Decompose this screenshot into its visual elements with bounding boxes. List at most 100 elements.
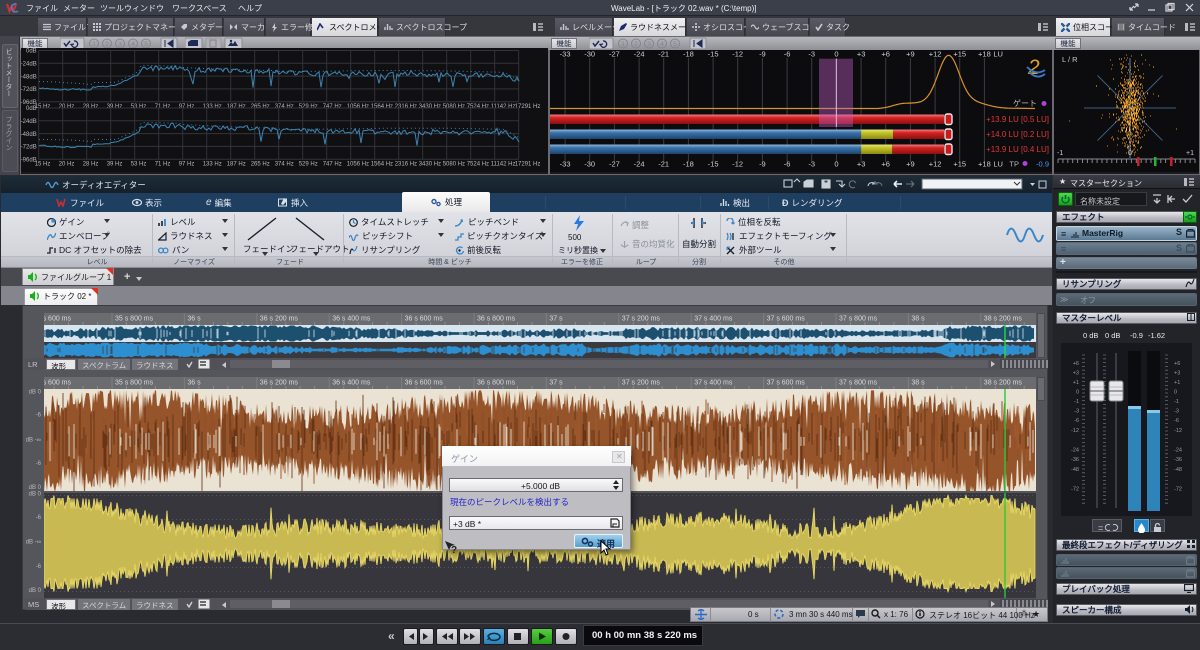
svg-text:+1: +1	[1186, 150, 1194, 157]
svg-text:-12: -12	[732, 160, 743, 169]
svg-text:36 s: 36 s	[187, 316, 201, 323]
svg-text:3430 Hz: 3430 Hz	[419, 104, 441, 110]
svg-text:s 600 ms: s 600 ms	[44, 380, 71, 387]
svg-text:747 Hz: 747 Hz	[323, 162, 342, 168]
svg-text:+6: +6	[881, 160, 890, 169]
svg-text:-9: -9	[759, 160, 766, 169]
svg-text:1056 Hz: 1056 Hz	[347, 104, 369, 110]
svg-text:+3: +3	[857, 50, 866, 59]
svg-text:-24dB: -24dB	[21, 119, 37, 125]
svg-text:-36: -36	[1174, 457, 1182, 463]
svg-text:3: 3	[118, 41, 122, 48]
svg-text:37 s 200 ms: 37 s 200 ms	[622, 380, 661, 387]
svg-text:-12: -12	[1071, 428, 1079, 434]
svg-text:LU: LU	[993, 160, 1003, 169]
svg-text:+12: +12	[929, 160, 942, 169]
svg-text:+18: +18	[978, 160, 991, 169]
svg-text:-72: -72	[1174, 487, 1182, 493]
svg-text:0: 0	[1076, 390, 1079, 396]
svg-text:37 s: 37 s	[549, 380, 563, 387]
svg-text:-15: -15	[708, 50, 719, 59]
svg-text:4: 4	[660, 41, 664, 48]
svg-text:187 Hz: 187 Hz	[227, 162, 246, 168]
svg-text:35 s 800 ms: 35 s 800 ms	[115, 380, 154, 387]
svg-text:dB -∞: dB -∞	[26, 437, 41, 443]
svg-text:187 Hz: 187 Hz	[227, 104, 246, 110]
svg-text:374 Hz: 374 Hz	[275, 162, 294, 168]
svg-text:36 s: 36 s	[187, 380, 201, 387]
svg-text:97 Hz: 97 Hz	[179, 162, 195, 168]
svg-text:5: 5	[673, 41, 677, 48]
svg-text:-24: -24	[1071, 448, 1079, 454]
svg-text:dB 0: dB 0	[29, 492, 42, 498]
svg-text:TP: TP	[1009, 160, 1019, 169]
svg-text:+3: +3	[1073, 371, 1079, 377]
svg-text:-3: -3	[808, 160, 815, 169]
svg-text:1: 1	[92, 41, 96, 48]
svg-text:3430 Hz: 3430 Hz	[419, 162, 441, 168]
svg-text:-0.9: -0.9	[1036, 160, 1049, 169]
svg-text:-72dB: -72dB	[21, 87, 37, 93]
svg-text:5080 Hz: 5080 Hz	[443, 162, 465, 168]
svg-text:37 s: 37 s	[549, 316, 563, 323]
svg-text:3: 3	[647, 41, 651, 48]
svg-text:1564 Hz: 1564 Hz	[371, 162, 393, 168]
svg-text:38 s: 38 s	[911, 316, 925, 323]
svg-text:-6: -6	[784, 50, 791, 59]
svg-text:+3: +3	[857, 160, 866, 169]
svg-text:-72: -72	[1071, 487, 1079, 493]
svg-text:0: 0	[1128, 150, 1132, 157]
svg-text:35 s 800 ms: 35 s 800 ms	[115, 316, 154, 323]
svg-text:0: 0	[834, 50, 838, 59]
svg-text:-6: -6	[1074, 418, 1079, 424]
svg-text:36 s 400 ms: 36 s 400 ms	[332, 316, 371, 323]
svg-text:-24: -24	[634, 50, 645, 59]
svg-text:38 s 200 ms: 38 s 200 ms	[984, 316, 1023, 323]
svg-text:529 Hz: 529 Hz	[299, 162, 318, 168]
svg-text:-21: -21	[658, 160, 669, 169]
svg-text:0dB: 0dB	[26, 49, 37, 55]
svg-text:+12: +12	[929, 50, 942, 59]
svg-text:2316 Hz: 2316 Hz	[395, 162, 417, 168]
svg-text:4: 4	[131, 41, 135, 48]
svg-text:dB 0: dB 0	[29, 390, 42, 396]
svg-text:-30: -30	[584, 160, 595, 169]
svg-text:1564 Hz: 1564 Hz	[371, 104, 393, 110]
svg-text:747 Hz: 747 Hz	[323, 104, 342, 110]
svg-text:133 Hz: 133 Hz	[203, 104, 222, 110]
svg-text:-24: -24	[1174, 448, 1182, 454]
svg-text:-36: -36	[1071, 457, 1079, 463]
svg-text:+14.0 LU [0.2 LU]: +14.0 LU [0.2 LU]	[986, 130, 1049, 139]
svg-text:11142 Hz: 11142 Hz	[491, 162, 516, 168]
svg-text:15 Hz: 15 Hz	[35, 162, 51, 168]
svg-text:-33: -33	[560, 160, 571, 169]
svg-text:+15: +15	[953, 160, 966, 169]
svg-text:71 Hz: 71 Hz	[155, 104, 171, 110]
svg-text:+15: +15	[953, 50, 966, 59]
svg-text:+13.9 LU [0.5 LU]: +13.9 LU [0.5 LU]	[986, 115, 1049, 124]
svg-text:-6: -6	[784, 160, 791, 169]
svg-text:LU: LU	[993, 50, 1003, 59]
svg-text:-12: -12	[732, 50, 743, 59]
svg-text:36 s 600 ms: 36 s 600 ms	[405, 316, 444, 323]
svg-text:+3: +3	[1174, 371, 1180, 377]
svg-text:+18: +18	[978, 50, 991, 59]
svg-text:529 Hz: 529 Hz	[299, 104, 318, 110]
svg-text:+13.9 LU [0.4 LU]: +13.9 LU [0.4 LU]	[986, 145, 1049, 154]
svg-text:-48: -48	[1174, 467, 1182, 473]
svg-text:2316 Hz: 2316 Hz	[395, 104, 417, 110]
svg-text:39 Hz: 39 Hz	[107, 162, 123, 168]
svg-text:28 Hz: 28 Hz	[83, 104, 99, 110]
svg-text:265 Hz: 265 Hz	[251, 104, 270, 110]
svg-text:-27: -27	[609, 50, 620, 59]
svg-text:265 Hz: 265 Hz	[251, 162, 270, 168]
svg-text:-12: -12	[1174, 428, 1182, 434]
svg-text:39 Hz: 39 Hz	[107, 104, 123, 110]
svg-text:dB 0: dB 0	[29, 485, 42, 491]
svg-text:-24: -24	[634, 160, 645, 169]
svg-text:=: =	[1098, 523, 1103, 533]
svg-text:36 s 200 ms: 36 s 200 ms	[260, 380, 299, 387]
svg-text:-6: -6	[1174, 418, 1179, 424]
svg-text:-9: -9	[759, 50, 766, 59]
svg-text:-18: -18	[683, 160, 694, 169]
